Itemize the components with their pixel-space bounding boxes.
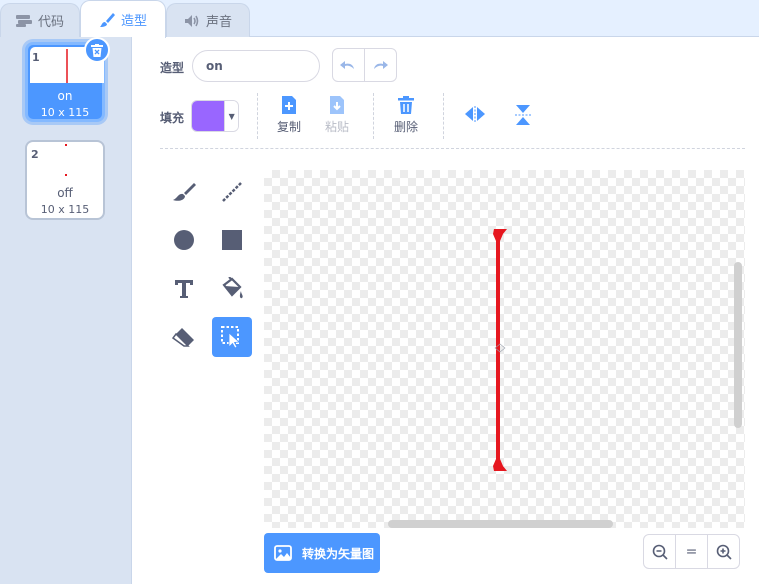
eraser-tool[interactable] (164, 317, 204, 357)
copy-label: 复制 (276, 120, 301, 134)
delete-label: 删除 (393, 120, 418, 134)
flip-vertical-icon (515, 105, 531, 125)
zoom-in-button[interactable] (708, 535, 739, 568)
circle-tool[interactable] (164, 220, 204, 260)
costume-number: 2 (31, 148, 39, 161)
paint-bucket-icon (222, 277, 243, 299)
flip-horizontal-icon (465, 106, 485, 122)
delete-costume-button[interactable] (84, 37, 110, 63)
text-icon (175, 280, 193, 298)
costume-drawing (493, 229, 507, 471)
line-tool[interactable] (212, 172, 252, 212)
costume-number: 1 (32, 51, 40, 64)
select-cursor-icon (221, 326, 240, 349)
divider (257, 93, 258, 139)
fill-color-swatch (192, 101, 225, 131)
tab-costume-label: 造型 (120, 14, 147, 29)
trash-icon (398, 96, 414, 114)
costume-item-1[interactable]: 1 on 10 x 115 (25, 37, 110, 122)
tab-code-label: 代码 (37, 15, 64, 30)
costume-thumbnail (65, 144, 67, 176)
tab-sound[interactable]: 声音 (166, 3, 250, 37)
copy-icon (282, 96, 296, 114)
vertical-scrollbar[interactable] (734, 262, 742, 428)
chevron-down-icon: ▼ (224, 101, 238, 131)
text-tool[interactable] (164, 269, 204, 309)
flip-horizontal-button[interactable] (455, 106, 495, 122)
brush-tool[interactable] (164, 172, 204, 212)
fill-color-picker[interactable]: ▼ (191, 100, 239, 132)
divider (373, 93, 374, 139)
rectangle-icon (222, 230, 242, 250)
trash-icon (91, 43, 103, 57)
select-tool[interactable] (212, 317, 252, 357)
undo-button[interactable] (333, 49, 365, 81)
costume-name-label: 造型 (160, 61, 185, 75)
undo-redo-group (332, 48, 397, 82)
convert-label: 转换为矢量图 (302, 546, 375, 561)
eraser-icon (172, 328, 194, 347)
convert-to-vector-button[interactable]: 转换为矢量图 (264, 533, 380, 573)
zoom-in-icon (716, 544, 732, 560)
circle-icon (174, 230, 194, 250)
delete-button[interactable]: 删除 (386, 96, 426, 135)
fill-label: 填充 (160, 111, 185, 125)
flip-vertical-button[interactable] (503, 104, 543, 126)
toolbar-divider (160, 148, 745, 149)
code-blocks-icon (15, 14, 32, 27)
paste-icon (330, 96, 344, 114)
redo-button[interactable] (365, 49, 396, 81)
costume-size: 10 x 115 (40, 203, 90, 216)
tab-sound-label: 声音 (205, 15, 232, 30)
paintbrush-icon (99, 12, 115, 27)
rectangle-tool[interactable] (212, 220, 252, 260)
redo-icon (374, 61, 389, 69)
costume-name-input[interactable] (192, 50, 320, 82)
editor-tab-bar: 代码 造型 声音 (0, 0, 759, 38)
divider (443, 93, 444, 139)
copy-button[interactable]: 复制 (269, 96, 309, 135)
fill-tool[interactable] (212, 269, 252, 309)
costume-item-2[interactable]: 2 off 10 x 115 (25, 140, 105, 220)
costume-name: off (57, 186, 73, 200)
speaker-icon (184, 14, 199, 27)
horizontal-scrollbar[interactable] (388, 520, 613, 528)
brush-icon (173, 183, 196, 201)
undo-icon (340, 61, 355, 69)
costume-size: 10 x 115 (40, 106, 90, 119)
zoom-controls: = (643, 534, 740, 569)
line-icon (222, 182, 242, 202)
zoom-out-icon (652, 544, 668, 560)
paste-button[interactable]: 粘贴 (317, 96, 357, 135)
zoom-out-button[interactable] (644, 535, 676, 568)
image-icon (274, 545, 292, 561)
costume-name: on (57, 89, 73, 103)
paste-label: 粘贴 (324, 120, 349, 134)
paint-canvas[interactable] (264, 170, 745, 528)
tab-costume[interactable]: 造型 (80, 0, 166, 38)
zoom-reset-button[interactable]: = (676, 535, 708, 568)
tab-code[interactable]: 代码 (0, 3, 80, 37)
costume-list: 1 on 10 x 115 2 off 10 x 115 (0, 37, 132, 584)
